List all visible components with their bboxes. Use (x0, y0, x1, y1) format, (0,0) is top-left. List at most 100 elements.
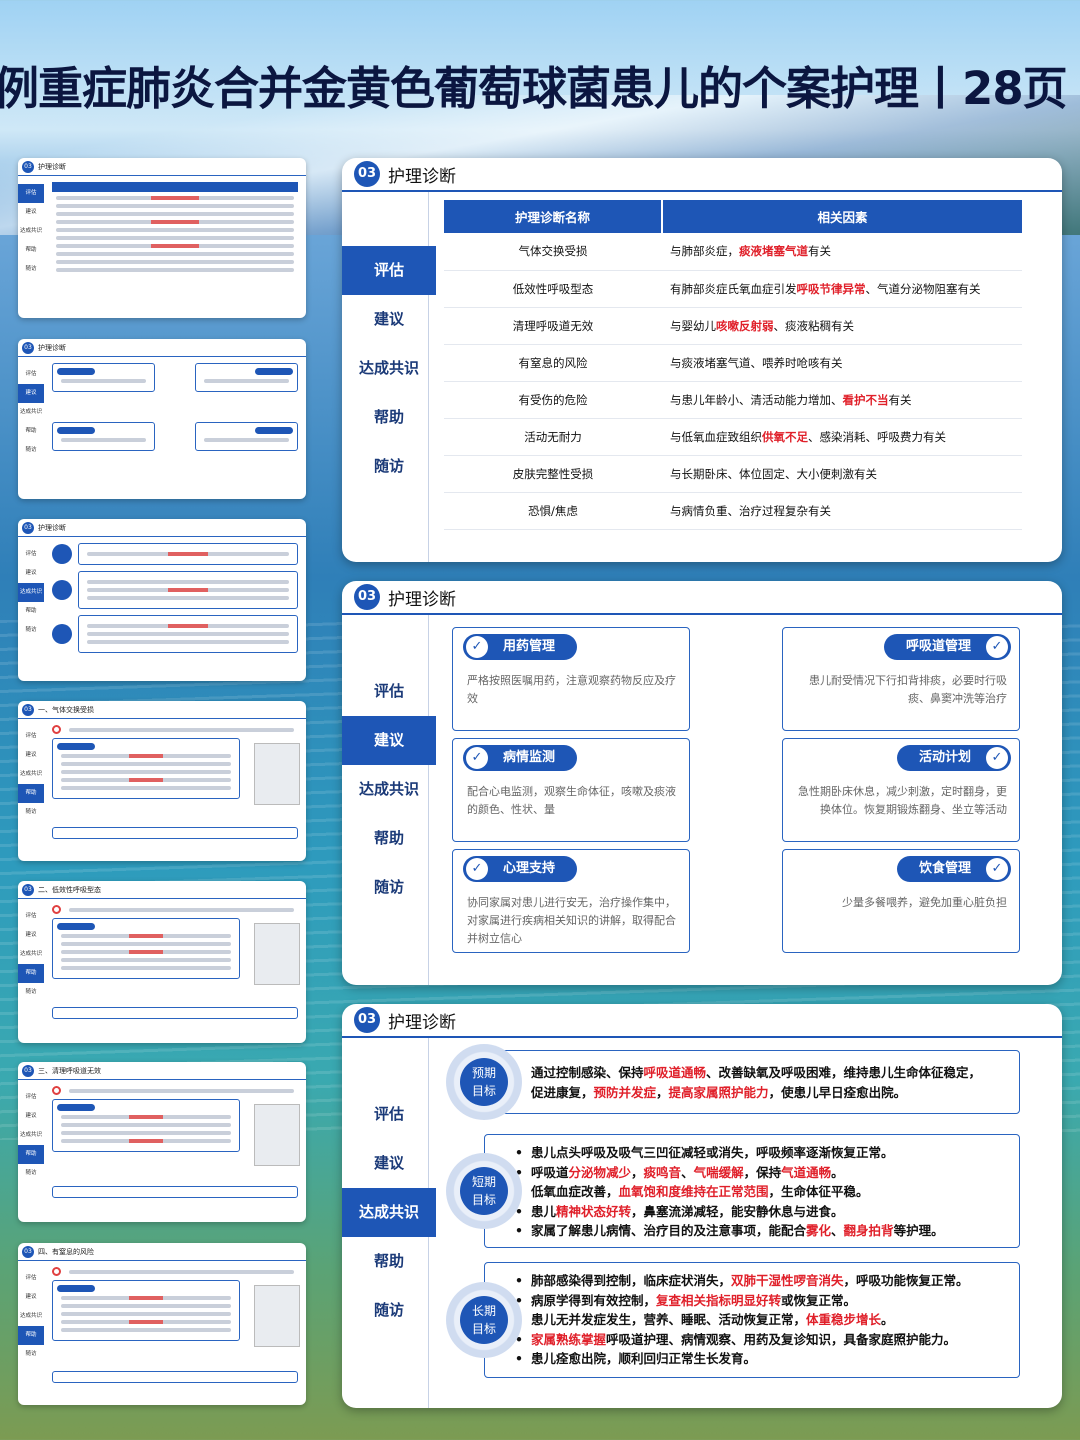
table-row: 清理呼吸道无效 与婴幼儿咳嗽反射弱、痰液粘稠有关 (444, 307, 1022, 345)
slide-number-badge: 03 (22, 160, 34, 173)
thumbnail-slide-5[interactable]: 03 二、低效性呼吸型态 评估 建议 达成共识 帮助 随访 (18, 881, 306, 1043)
side-nav: 评估 建议 达成共识 帮助 随访 (342, 667, 436, 912)
thumb-sidebar: 评估 建议 达成共识 帮助 随访 (18, 913, 44, 995)
card-diet-management: 饮食管理 ✓ 少量多餐喂养，避免加重心脏负担 (782, 849, 1020, 953)
check-icon: ✓ (986, 858, 1008, 880)
slide-number-badge: 03 (22, 883, 34, 896)
thumb-title: 四、有窒息的风险 (38, 1247, 94, 1256)
thumbnail-slide-6[interactable]: 03 三、清理呼吸道无效 评估 建议 达成共识 帮助 随访 (18, 1062, 306, 1222)
card-title-pill: 饮食管理 ✓ (896, 856, 1011, 882)
panel-goals: 03 护理诊断 评估 建议 达成共识 帮助 随访 通过控制感染、保持呼吸道通畅、… (342, 1004, 1062, 1408)
nav-item-suggestion[interactable]: 建议 (342, 1139, 436, 1188)
section-number-badge: 03 (354, 161, 380, 187)
panel-diagnosis-table: 03 护理诊断 评估 建议 达成共识 帮助 随访 护理诊断名称 相关因素 气体交… (342, 158, 1062, 562)
table-row: 活动无耐力 与低氧血症致组织供氧不足、感染消耗、呼吸费力有关 (444, 418, 1022, 456)
card-airway-management: 呼吸道管理 ✓ 患儿耐受情况下行扣背排痰，必要时行吸痰、鼻窦冲洗等治疗 (782, 627, 1020, 731)
thumb-title: 一、气体交换受损 (38, 705, 94, 714)
goal-box-short-term: 患儿点头呼吸及吸气三凹征减轻或消失，呼吸频率逐渐恢复正常。呼吸道分泌物减少，痰鸣… (484, 1134, 1020, 1248)
thumb-goals (52, 543, 298, 673)
goal-badge-short-term: 短期 目标 (446, 1153, 522, 1229)
table-row: 低效性呼吸型态 有肺部炎症氏氧血症引发呼吸节律异常、气道分泌物阻塞有关 (444, 270, 1022, 308)
diagnosis-name: 清理呼吸道无效 (444, 307, 662, 345)
nav-item-followup[interactable]: 随访 (342, 863, 436, 912)
nav-item-consensus[interactable]: 达成共识 (342, 765, 436, 814)
table-row: 有受伤的危险 与患儿年龄小、清活动能力增加、看护不当有关 (444, 381, 1022, 419)
card-title-pill: 活动计划 ✓ (896, 745, 1011, 771)
thumb-sidebar: 评估 建议 达成共识 帮助 随访 (18, 551, 44, 633)
panel-header: 03 护理诊断 (342, 158, 1062, 192)
table-row: 有窒息的风险 与痰液堵塞气道、喂养时呛咳有关 (444, 344, 1022, 382)
thumb-evaluation (52, 1007, 298, 1019)
slide-number-badge: 03 (22, 1064, 34, 1077)
card-title-pill: ✓ 心理支持 (463, 856, 578, 882)
thumb-evaluation (52, 827, 298, 839)
goal-line: 低氧血症改善，血氧饱和度维持在正常范围，生命体征平稳。 (515, 1182, 1011, 1202)
check-icon: ✓ (466, 858, 488, 880)
goal-line: 患儿痊愈出院，顺利回归正常生长发育。 (515, 1349, 1011, 1369)
related-factor: 与患儿年龄小、清活动能力增加、看护不当有关 (662, 381, 1022, 419)
slide-number-badge: 03 (22, 341, 34, 354)
document-image (254, 923, 300, 985)
thumb-title: 二、低效性呼吸型态 (38, 885, 101, 894)
table-header-name: 护理诊断名称 (444, 200, 662, 233)
panel-title: 护理诊断 (388, 166, 456, 187)
related-factor: 与婴幼儿咳嗽反射弱、痰液粘稠有关 (662, 307, 1022, 345)
slide-number-badge: 03 (22, 703, 34, 716)
page-title: 例重症肺炎合并金黄色葡萄球菌患儿的个案护理丨28页 (0, 62, 1068, 115)
card-psychological-support: ✓ 心理支持 协同家属对患儿进行安无，治疗操作集中，对家属进行疾病相关知识的讲解，… (452, 849, 690, 953)
side-nav: 评估 建议 达成共识 帮助 随访 (342, 246, 436, 491)
nav-item-suggestion[interactable]: 建议 (342, 295, 436, 344)
goal-line: 家属了解患儿病情、治疗目的及注意事项，能配合雾化、翻身拍背等护理。 (515, 1221, 1011, 1241)
table-row: 气体交换受损 与肺部炎症，痰液堵塞气道有关 (444, 233, 1022, 271)
goal-badge-expected: 预期 目标 (446, 1044, 522, 1120)
related-factor: 与痰液堵塞气道、喂养时呛咳有关 (662, 344, 1022, 382)
thumb-title: 护理诊断 (38, 343, 66, 352)
goal-line: 家属熟练掌握呼吸道护理、病情观察、用药及复诊知识，具备家庭照护能力。 (515, 1330, 1011, 1350)
goal-box-expected: 通过控制感染、保持呼吸道通畅、改善缺氧及呼吸困难，维持患儿生命体征稳定， 促进康复… (484, 1050, 1020, 1114)
nav-item-assessment[interactable]: 评估 (342, 1090, 436, 1139)
nav-item-consensus[interactable]: 达成共识 (342, 1188, 436, 1237)
panel-header: 03 护理诊断 (342, 581, 1062, 615)
diagnosis-name: 恐惧/焦虑 (444, 492, 662, 530)
thumb-title: 护理诊断 (38, 523, 66, 532)
diagnosis-name: 气体交换受损 (444, 233, 662, 271)
nav-item-suggestion[interactable]: 建议 (342, 716, 436, 765)
table-header-factor: 相关因素 (661, 200, 1022, 233)
nav-item-help[interactable]: 帮助 (342, 393, 436, 442)
thumbnail-slide-3[interactable]: 03 护理诊断 评估 建议 达成共识 帮助 随访 (18, 519, 306, 681)
document-image (254, 743, 300, 805)
thumbnail-slide-7[interactable]: 03 四、有窒息的风险 评估 建议 达成共识 帮助 随访 (18, 1243, 306, 1405)
related-factor: 有肺部炎症氏氧血症引发呼吸节律异常、气道分泌物阻塞有关 (662, 270, 1022, 308)
diagnosis-name: 有受伤的危险 (444, 381, 662, 419)
panel-title: 护理诊断 (388, 1012, 456, 1033)
diagnosis-name: 低效性呼吸型态 (444, 270, 662, 308)
card-condition-monitoring: ✓ 病情监测 配合心电监测，观察生命体征，咳嗽及痰液的颜色、性状、量 (452, 738, 690, 842)
goal-line: 患儿点头呼吸及吸气三凹征减轻或消失，呼吸频率逐渐恢复正常。 (515, 1143, 1011, 1163)
nav-item-assessment[interactable]: 评估 (342, 246, 436, 295)
goal-line: 通过控制感染、保持呼吸道通畅、改善缺氧及呼吸困难，维持患儿生命体征稳定， (531, 1065, 982, 1080)
related-factor: 与肺部炎症，痰液堵塞气道有关 (662, 233, 1022, 271)
thumbnail-slide-2[interactable]: 03 护理诊断 评估 建议 达成共识 帮助 随访 (18, 339, 306, 499)
thumb-table (52, 182, 298, 310)
thumbnail-slide-1[interactable]: 03 护理诊断 评估 建议 达成共识 帮助 随访 (18, 158, 306, 318)
nav-item-assessment[interactable]: 评估 (342, 667, 436, 716)
check-icon: ✓ (466, 636, 488, 658)
side-nav: 评估 建议 达成共识 帮助 随访 (342, 1090, 436, 1335)
card-text: 配合心电监测，观察生命体征，咳嗽及痰液的颜色、性状、量 (467, 785, 676, 816)
diagnosis-name: 皮肤完整性受损 (444, 455, 662, 493)
panel-suggestions: 03 护理诊断 评估 建议 达成共识 帮助 随访 ✓ 用药管理 严格按照医嘱用药，… (342, 581, 1062, 985)
thumbnail-slide-4[interactable]: 03 一、气体交换受损 评估 建议 达成共识 帮助 随访 (18, 701, 306, 861)
nav-item-help[interactable]: 帮助 (342, 1237, 436, 1286)
nav-item-consensus[interactable]: 达成共识 (342, 344, 436, 393)
nav-item-help[interactable]: 帮助 (342, 814, 436, 863)
nav-item-followup[interactable]: 随访 (342, 1286, 436, 1335)
goal-line: 肺部感染得到控制，临床症状消失，双肺干湿性啰音消失，呼吸功能恢复正常。 (515, 1271, 1011, 1291)
card-text: 协同家属对患儿进行安无，治疗操作集中，对家属进行疾病相关知识的讲解，取得配合并树… (467, 896, 676, 945)
document-image (254, 1104, 300, 1166)
nav-item-followup[interactable]: 随访 (342, 442, 436, 491)
diagnosis-table: 护理诊断名称 相关因素 气体交换受损 与肺部炎症，痰液堵塞气道有关 低效性呼吸型态有… (444, 200, 1022, 530)
check-icon: ✓ (466, 747, 488, 769)
card-title-pill: ✓ 病情监测 (463, 745, 578, 771)
card-medication: ✓ 用药管理 严格按照医嘱用药，注意观察药物反应及疗效 (452, 627, 690, 731)
goal-line: 呼吸道分泌物减少，痰鸣音、气喘缓解，保持气道通畅。 (515, 1163, 1011, 1183)
